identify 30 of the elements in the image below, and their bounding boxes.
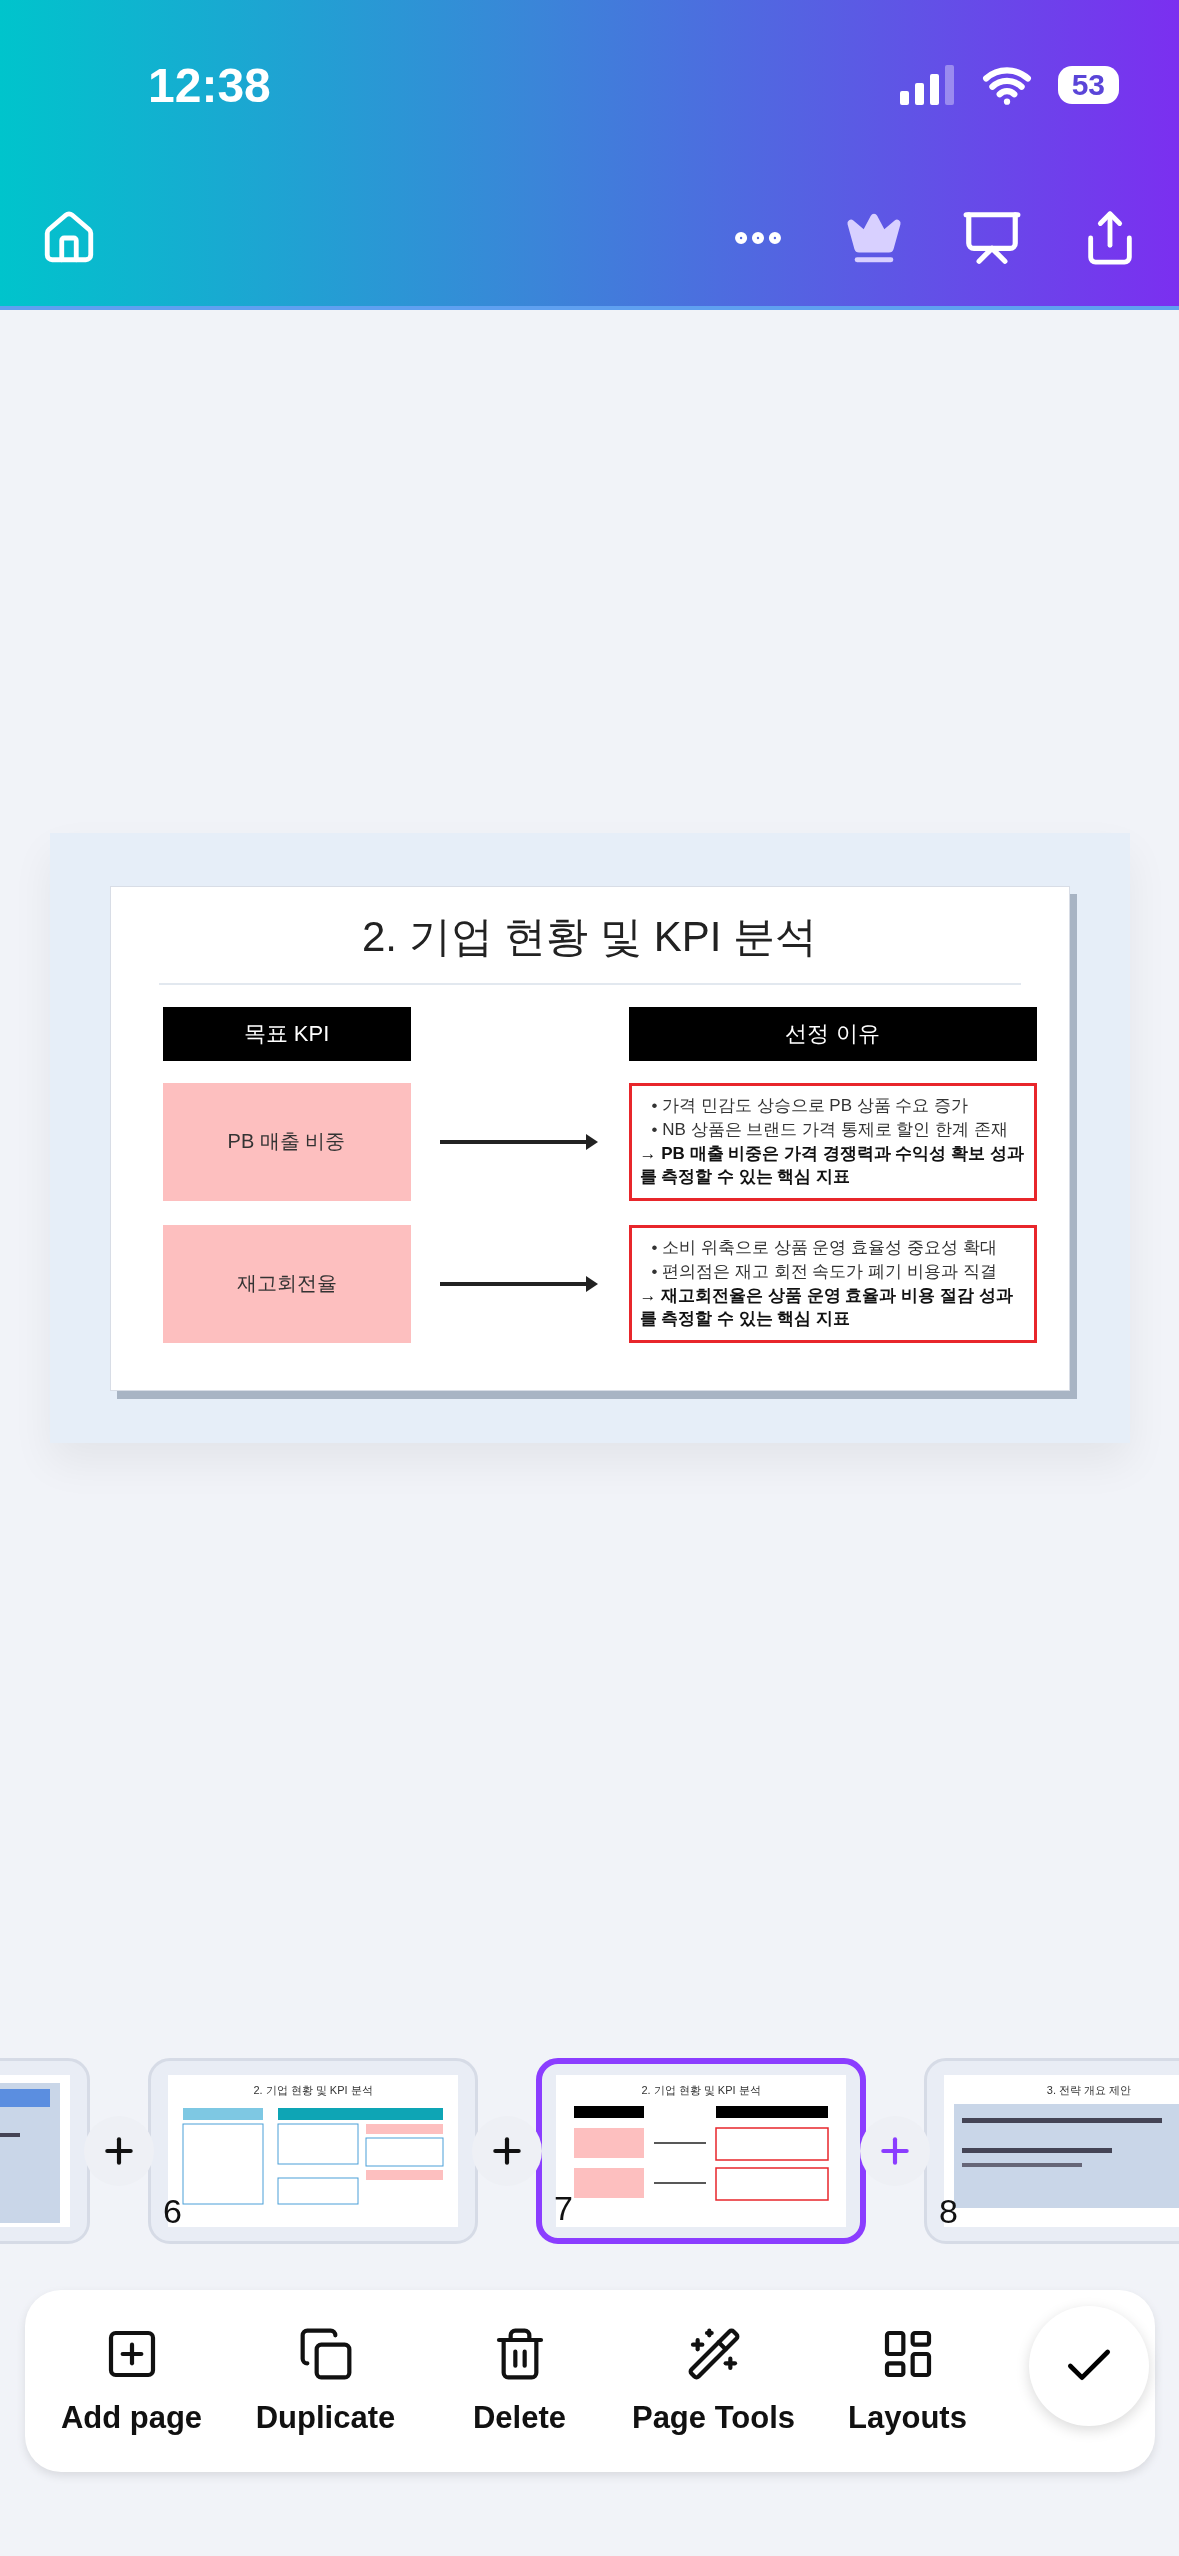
action-button[interactable]: Add page xyxy=(34,2326,229,2436)
page-number: 6 xyxy=(163,2192,182,2231)
slide-title: 2. 기업 현황 및 KPI 분석 xyxy=(158,908,1021,985)
page-thumbnail[interactable]: 2. 기업 현황 및 KPI 분석 7 xyxy=(536,2058,866,2244)
page-thumbnail[interactable]: 2. 기업 현황 및 KPI 분석 6 xyxy=(148,2058,478,2244)
thumbnail-title: 2. 기업 현황 및 KPI 분석 xyxy=(253,2083,373,2098)
column-header: 선정 이유 xyxy=(628,1006,1037,1061)
action-button[interactable]: Layouts xyxy=(810,2326,1005,2436)
arrow-icon xyxy=(439,1131,600,1152)
signal-icon xyxy=(899,65,956,105)
action-button[interactable]: Page Tools xyxy=(616,2326,811,2436)
page-number: 7 xyxy=(554,2189,573,2228)
conclusion-text: → 재고회전율은 상품 운영 효율과 비용 절감 성과를 측정할 수 있는 핵심 지표 xyxy=(639,1284,1014,1331)
arrow-icon xyxy=(439,1273,600,1294)
page-thumbnail[interactable]: 3. 전략 개요 제안 8 xyxy=(924,2058,1179,2244)
bullet-text: • 소비 위축으로 상품 운영 효율성 중요성 확대 xyxy=(650,1236,998,1259)
bullet-text: • 편의점은 재고 회전 속도가 폐기 비용과 직결 xyxy=(650,1260,998,1283)
kpi-box: PB 매출 비중 xyxy=(162,1082,411,1201)
page-number: 8 xyxy=(939,2192,958,2231)
thumbnail-title: 3. 전략 개요 제안 xyxy=(1046,2083,1132,2098)
bullet-text: • 가격 민감도 상승으로 PB 상품 수요 증가 xyxy=(650,1094,970,1117)
thumbnail-title: 2. 기업 현황 및 KPI 분석 xyxy=(641,2083,761,2098)
kpi-box: 재고회전율 xyxy=(162,1224,411,1343)
action-button[interactable]: Delete xyxy=(422,2326,617,2436)
column-header: 목표 KPI xyxy=(162,1006,411,1061)
action-button[interactable]: Duplicate xyxy=(228,2326,423,2436)
battery-level: 53 xyxy=(1057,66,1119,104)
conclusion-text: → PB 매출 비중은 가격 경쟁력과 수익성 확보 성과를 측정할 수 있는 핵심 지표 xyxy=(639,1142,1025,1189)
status-time: 12:38 xyxy=(148,57,271,113)
bullet-text: • NB 상품은 브랜드 가격 통제로 할인 한계 존재 xyxy=(650,1118,1009,1141)
